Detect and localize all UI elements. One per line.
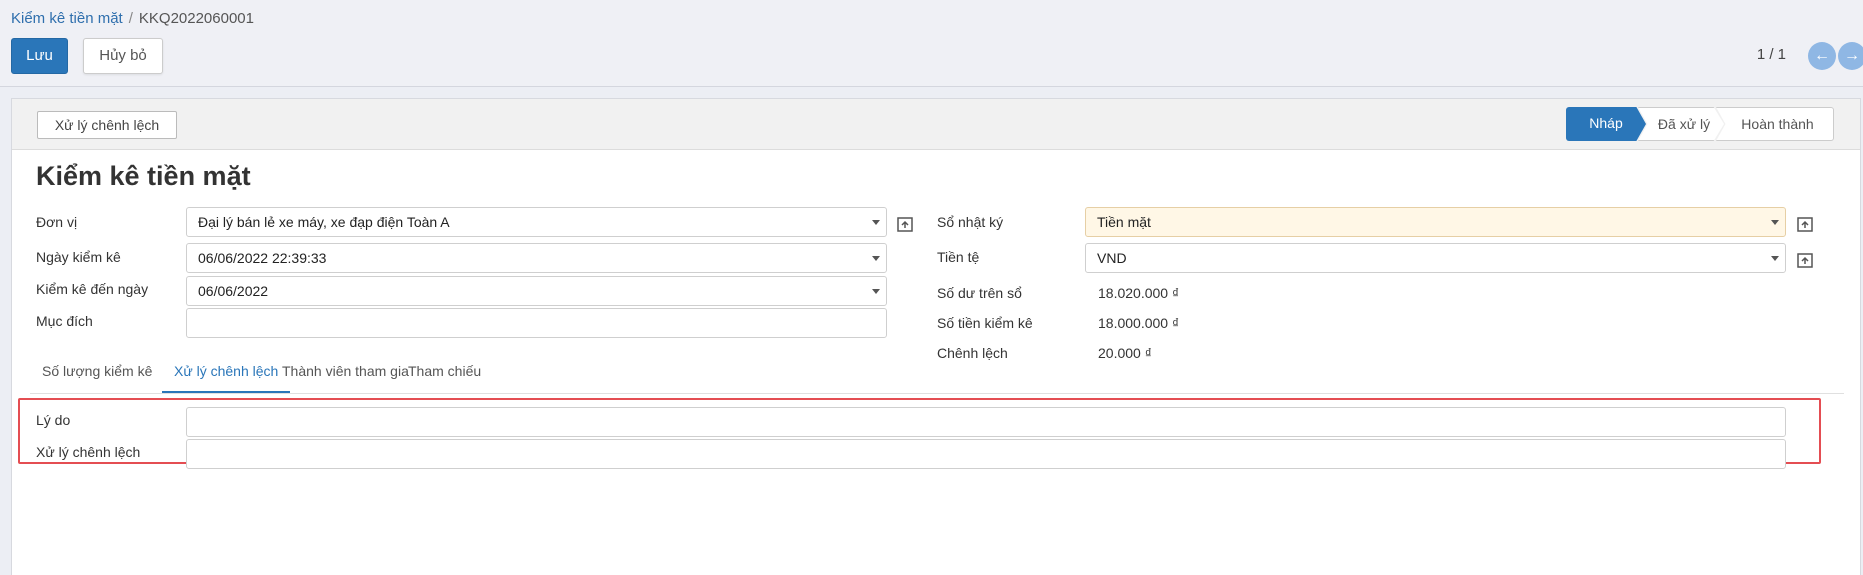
save-button[interactable]: Lưu (11, 38, 68, 74)
count-date-field[interactable]: 06/06/2022 22:39:33 (186, 243, 887, 273)
tab-reference[interactable]: Tham chiếu (396, 357, 493, 391)
control-panel: Kiểm kê tiền mặt / KKQ2022060001 Lưu Hủy b… (0, 0, 1863, 87)
journal-label: Sổ nhật ký (937, 214, 1004, 230)
arrow-right-icon[interactable]: → (1838, 42, 1863, 70)
status-processed[interactable]: Đã xử lý (1638, 107, 1724, 141)
tab-count-quantity[interactable]: Số lượng kiểm kê (30, 357, 164, 391)
form-sheet: Xử lý chênh lệch Nháp Đã xử lý Hoàn thàn… (11, 98, 1861, 575)
count-date-value: 06/06/2022 22:39:33 (198, 250, 327, 266)
page-title: Kiểm kê tiền mặt (36, 161, 251, 191)
pager-value: 1 / 1 (1756, 46, 1786, 63)
external-link-icon[interactable] (1796, 215, 1814, 233)
chevron-down-icon (1771, 220, 1779, 225)
book-balance-label: Số dư trên sổ (937, 285, 1022, 301)
sheet-header: Xử lý chênh lệch Nháp Đã xử lý Hoàn thàn… (12, 99, 1860, 150)
breadcrumb-current: KKQ2022060001 (138, 10, 254, 27)
notebook-tabs: Số lượng kiểm kê Xử lý chênh lệch Thành … (30, 357, 1844, 394)
chevron-down-icon (872, 256, 880, 261)
breadcrumb-parent-link[interactable]: Kiểm kê tiền mặt (11, 10, 123, 27)
status-draft[interactable]: Nháp (1566, 107, 1646, 141)
count-date-label: Ngày kiểm kê (36, 249, 121, 265)
book-balance-value: 18.020.000 ₫ (1098, 285, 1180, 301)
count-to-date-field[interactable]: 06/06/2022 (186, 276, 887, 306)
process-difference-button[interactable]: Xử lý chênh lệch (37, 111, 177, 139)
status-done[interactable]: Hoàn thành (1716, 107, 1834, 141)
difference-handling-label: Xử lý chênh lệch (36, 444, 141, 460)
count-to-date-value: 06/06/2022 (198, 283, 269, 299)
arrow-left-icon[interactable]: ← (1808, 42, 1836, 70)
currency-field[interactable]: VND (1085, 243, 1786, 273)
chevron-down-icon (872, 220, 880, 225)
unit-field[interactable]: Đại lý bán lẻ xe máy, xe đạp điện Toàn A (186, 207, 887, 237)
reason-input[interactable] (186, 407, 1786, 437)
journal-field[interactable]: Tiền mặt (1085, 207, 1786, 237)
purpose-input[interactable] (186, 308, 887, 338)
chevron-down-icon (872, 289, 880, 294)
currency-label: Tiền tệ (937, 249, 980, 265)
unit-label: Đơn vị (36, 214, 78, 230)
difference-handling-input[interactable] (186, 439, 1786, 469)
counted-amount-value: 18.000.000 ₫ (1098, 315, 1180, 331)
reason-label: Lý do (36, 412, 71, 428)
external-link-icon[interactable] (896, 215, 914, 233)
purpose-label: Mục đích (36, 313, 93, 329)
unit-value: Đại lý bán lẻ xe máy, xe đạp điện Toàn A (198, 214, 450, 230)
breadcrumb: Kiểm kê tiền mặt / KKQ2022060001 (11, 10, 254, 27)
cancel-button[interactable]: Hủy bỏ (83, 38, 163, 74)
journal-value: Tiền mặt (1097, 214, 1151, 230)
chevron-down-icon (1771, 256, 1779, 261)
status-bar: Nháp Đã xử lý Hoàn thành (1566, 107, 1834, 141)
breadcrumb-separator: / (128, 10, 133, 27)
external-link-icon[interactable] (1796, 251, 1814, 269)
counted-amount-label: Số tiền kiểm kê (937, 315, 1033, 331)
currency-value: VND (1097, 250, 1127, 266)
count-to-date-label: Kiểm kê đến ngày (36, 281, 149, 297)
